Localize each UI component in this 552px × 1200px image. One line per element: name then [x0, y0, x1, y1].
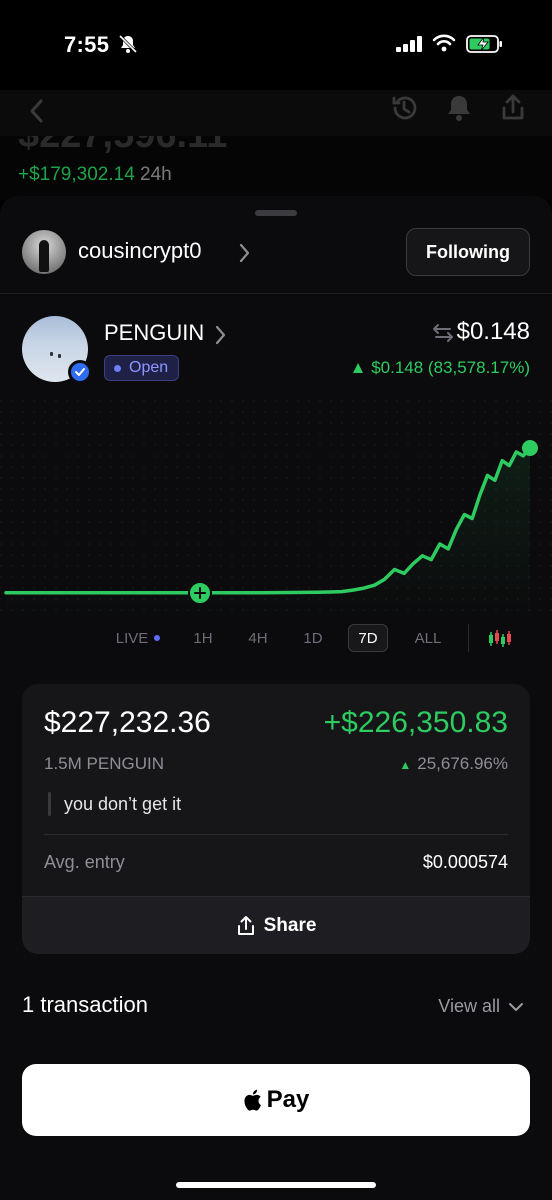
timeframe-1d[interactable]: 1D	[296, 624, 330, 652]
position-pnl-percent: ▲ 25,676.96%	[399, 754, 508, 774]
chevron-right-icon	[239, 243, 250, 263]
timeframe-selector: LIVE 1H 4H 1D 7D ALL	[0, 624, 552, 652]
cellular-signal-icon	[396, 36, 422, 52]
apple-logo-icon	[244, 1089, 261, 1111]
background-change: +$179,302.14 24h	[18, 164, 172, 186]
timeframe-live[interactable]: LIVE	[112, 624, 164, 652]
apple-pay-label: Pay	[266, 1086, 310, 1113]
verified-badge-icon	[68, 360, 92, 384]
timeframe-7d[interactable]: 7D	[348, 624, 388, 652]
position-note: you don’t get it	[64, 794, 182, 814]
username[interactable]: cousincrypt0	[78, 238, 202, 264]
share-button[interactable]: Share	[22, 896, 530, 954]
view-all-button[interactable]: View all	[438, 996, 524, 1017]
position-amount: 1.5M PENGUIN	[44, 754, 164, 773]
pnl-percent-value: 25,676.96%	[417, 754, 508, 773]
token-sheet: cousincrypt0 Following PENGUIN Open $0.1…	[0, 196, 552, 1200]
token-name[interactable]: PENGUIN	[104, 320, 204, 346]
note-quote-bar	[48, 792, 51, 816]
sheet-grabber[interactable]	[255, 210, 297, 216]
position-pnl: +$226,350.83	[323, 706, 508, 739]
share-upload-icon[interactable]	[498, 92, 528, 124]
status-bar: 7:55	[0, 0, 552, 90]
wifi-icon	[432, 34, 456, 52]
bell-plus-icon[interactable]	[444, 92, 474, 124]
timeframe-divider	[468, 624, 469, 652]
battery-charging-icon	[466, 35, 502, 53]
following-button[interactable]: Following	[406, 228, 530, 276]
background-change-value: +$179,302.14	[18, 164, 135, 185]
price-chart[interactable]	[0, 400, 552, 620]
share-label: Share	[263, 914, 317, 936]
position-card: $227,232.36 +$226,350.83 1.5M PENGUIN ▲ 2…	[22, 684, 530, 954]
card-divider	[44, 834, 508, 835]
apple-pay-button[interactable]: Pay	[22, 1064, 530, 1136]
up-triangle-icon: ▲	[399, 758, 412, 772]
position-value: $227,232.36	[44, 706, 211, 739]
status-time: 7:55	[64, 32, 110, 57]
current-price-point	[522, 440, 538, 456]
home-indicator[interactable]	[176, 1182, 376, 1188]
token-header: PENGUIN Open $0.148 ▲ $0.148 (83,578.17%…	[0, 314, 552, 394]
swap-arrows-icon[interactable]	[432, 322, 454, 344]
profile-row[interactable]: cousincrypt0 Following	[0, 226, 552, 294]
entry-marker[interactable]	[188, 581, 212, 605]
history-icon[interactable]	[388, 92, 420, 124]
avg-entry-value: $0.000574	[422, 852, 508, 872]
bell-slash-icon	[118, 34, 138, 54]
share-icon	[237, 915, 254, 935]
chevron-right-icon	[215, 325, 226, 345]
live-dot-icon	[154, 635, 161, 641]
status-dot-icon	[114, 364, 121, 372]
chevron-down-icon	[509, 1002, 523, 1011]
timeframe-1h[interactable]: 1H	[186, 624, 220, 652]
status-badge-label: Open	[129, 359, 169, 376]
back-chevron-icon[interactable]	[26, 96, 48, 126]
avg-entry-label: Avg. entry	[44, 852, 125, 872]
timeframe-all[interactable]: ALL	[408, 624, 448, 652]
token-price: $0.148	[456, 318, 530, 345]
view-all-label: View all	[438, 996, 500, 1016]
candlestick-icon[interactable]	[488, 628, 512, 648]
background-page: $227,596.11 +$179,302.14 24h	[0, 90, 552, 200]
transaction-count: 1 transaction	[22, 992, 148, 1017]
status-badge: Open	[104, 355, 180, 381]
background-change-period: 24h	[140, 164, 172, 185]
timeframe-4h[interactable]: 4H	[240, 624, 276, 652]
timeframe-label: LIVE	[115, 629, 149, 647]
avatar[interactable]	[22, 230, 66, 274]
token-price-change: ▲ $0.148 (83,578.17%)	[349, 358, 530, 377]
background-nav-bar	[0, 90, 552, 136]
